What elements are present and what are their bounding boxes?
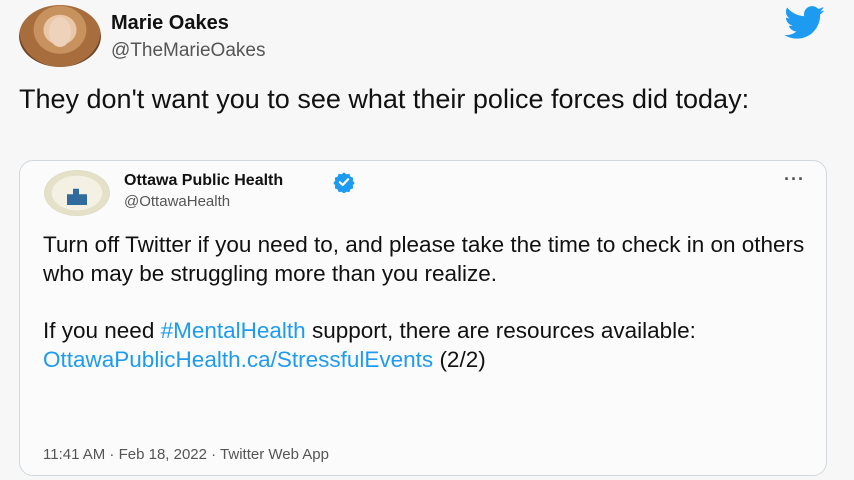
author-handle[interactable]: @TheMarieOakes: [111, 40, 265, 62]
verified-badge-icon: [333, 172, 355, 193]
quoted-author-name[interactable]: Ottawa Public Health: [124, 172, 283, 190]
quoted-paragraph-2: If you need #MentalHealth support, there…: [43, 317, 813, 374]
quoted-tweet-text: Turn off Twitter if you need to, and ple…: [43, 231, 813, 374]
tweet: Marie Oakes @TheMarieOakes They don't wa…: [0, 0, 854, 480]
quoted-text-segment: If you need: [43, 318, 161, 343]
author-name[interactable]: Marie Oakes: [111, 12, 229, 35]
quoted-text-segment: support, there are resources available:: [305, 318, 696, 343]
quoted-tweet-card[interactable]: Ottawa Public Health @OttawaHealth ··· T…: [19, 160, 827, 476]
quoted-author-handle[interactable]: @OttawaHealth: [124, 193, 230, 210]
more-options-icon[interactable]: ···: [784, 169, 805, 190]
thread-counter: (2/2): [433, 346, 486, 372]
twitter-bird-icon: [784, 6, 825, 39]
quoted-author-avatar[interactable]: [44, 170, 110, 216]
tweet-text: They don't want you to see what their po…: [19, 84, 750, 114]
author-avatar[interactable]: [19, 5, 101, 67]
hashtag-link[interactable]: #MentalHealth: [161, 318, 306, 343]
quoted-tweet-metadata: 11:41 AM · Feb 18, 2022 · Twitter Web Ap…: [43, 446, 329, 463]
url-link[interactable]: OttawaPublicHealth.ca/StressfulEvents: [43, 347, 433, 372]
quoted-paragraph-1: Turn off Twitter if you need to, and ple…: [43, 232, 805, 286]
